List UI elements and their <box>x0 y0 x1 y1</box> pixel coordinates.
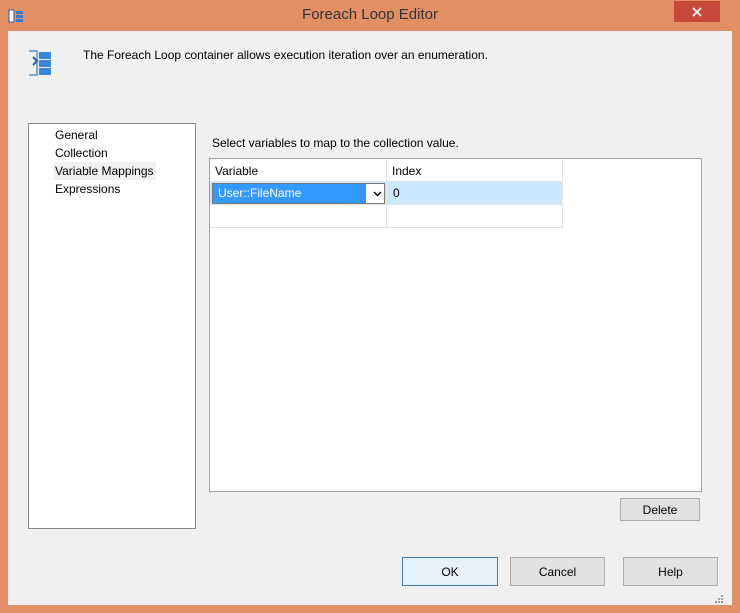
cancel-button[interactable]: Cancel <box>510 557 605 586</box>
foreach-loop-container-icon <box>29 50 51 76</box>
variable-dropdown[interactable]: User::FileName <box>212 183 385 204</box>
column-header-index[interactable]: Index <box>387 160 563 182</box>
dropdown-button[interactable] <box>370 184 384 203</box>
close-icon <box>692 6 702 17</box>
delete-button[interactable]: Delete <box>620 498 700 521</box>
page-navigation-list: General Collection Variable Mappings Exp… <box>28 123 196 529</box>
variable-mappings-grid: Variable Index User::FileName 0 <box>209 158 702 492</box>
chevron-down-icon <box>373 191 381 196</box>
variable-dropdown-value: User::FileName <box>213 184 366 203</box>
window-title: Foreach Loop Editor <box>302 6 438 23</box>
nav-item-variable-mappings[interactable]: Variable Mappings <box>53 162 156 180</box>
help-button[interactable]: Help <box>623 557 718 586</box>
ok-button[interactable]: OK <box>402 557 498 586</box>
nav-item-expressions[interactable]: Expressions <box>53 180 122 198</box>
dialog-header: The Foreach Loop container allows execut… <box>8 31 732 91</box>
new-row-index-cell[interactable] <box>387 205 563 228</box>
table-row-variable-cell[interactable]: User::FileName <box>210 182 387 205</box>
foreach-loop-editor-window: Foreach Loop Editor The Foreach Loop con… <box>0 0 740 613</box>
nav-item-collection[interactable]: Collection <box>53 144 110 162</box>
table-row-index-cell[interactable]: 0 <box>387 182 563 205</box>
index-value: 0 <box>393 186 400 200</box>
close-button[interactable] <box>674 1 720 22</box>
column-header-variable[interactable]: Variable <box>210 160 387 182</box>
dialog-description: The Foreach Loop container allows execut… <box>83 48 488 62</box>
resize-grip-icon[interactable] <box>712 592 724 604</box>
new-row-variable-cell[interactable] <box>210 205 387 228</box>
title-bar[interactable]: Foreach Loop Editor <box>0 0 740 31</box>
nav-item-general[interactable]: General <box>53 126 100 144</box>
mapping-instruction: Select variables to map to the collectio… <box>212 136 459 150</box>
dialog-client-area: The Foreach Loop container allows execut… <box>8 31 732 605</box>
